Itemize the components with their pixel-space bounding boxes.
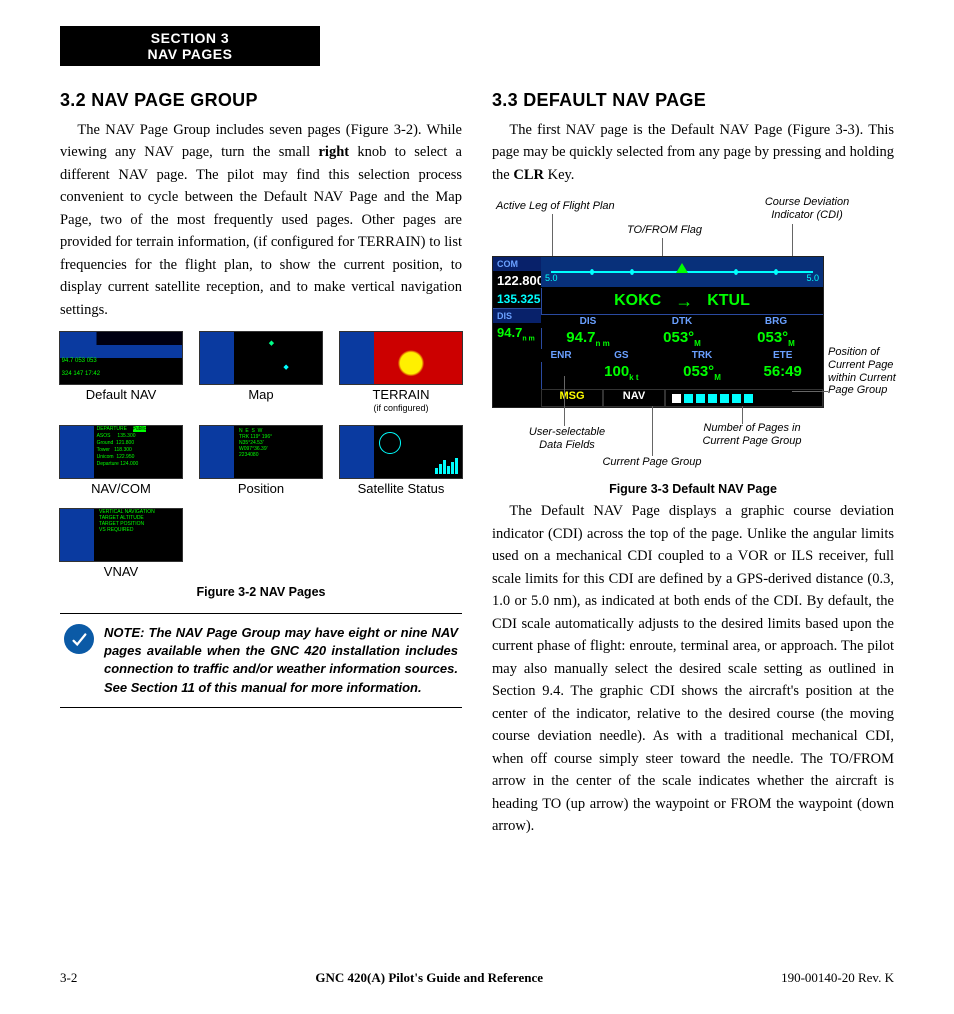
note-text: NOTE: The NAV Page Group may have eight … bbox=[104, 624, 458, 697]
thumb-vnav: VERTICAL NAVIGATIONTARGET ALTITUDETARGET… bbox=[60, 508, 182, 579]
footer-title: GNC 420(A) Pilot's Guide and Reference bbox=[315, 970, 543, 986]
thumb-navcom: DEPARTURE PublicASOS 135.300Ground 121.8… bbox=[60, 425, 182, 496]
dis-label: DIS bbox=[493, 309, 541, 323]
page-footer: 3-2 GNC 420(A) Pilot's Guide and Referen… bbox=[60, 970, 894, 986]
annot-user-fields: User-selectable Data Fields bbox=[522, 426, 612, 451]
thumb-satellite: Satellite Status bbox=[340, 425, 462, 496]
dis-value: 94.7n m bbox=[493, 323, 541, 345]
val-ete: 56:49 bbox=[742, 362, 823, 383]
right-para1-bold: CLR bbox=[513, 167, 544, 183]
annot-page-position: Position of Current Page within Current … bbox=[828, 346, 898, 397]
note-box: NOTE: The NAV Page Group may have eight … bbox=[60, 613, 462, 708]
right-para2: The Default NAV Page displays a graphic … bbox=[492, 500, 894, 837]
thumb-label: NAV/COM bbox=[91, 482, 151, 496]
device-main: 5.0 5.0 KOKC → KTUL bbox=[541, 257, 823, 407]
thumb-screen: VERTICAL NAVIGATIONTARGET ALTITUDETARGET… bbox=[59, 508, 183, 562]
hdr-dtk: DTK bbox=[635, 315, 729, 328]
data-row-1: 94.7n m 053°M 053°M bbox=[541, 328, 823, 349]
columns: 3.2 NAV PAGE GROUP The NAV Page Group in… bbox=[60, 0, 894, 847]
left-para1-b: knob to select a different NAV page. The… bbox=[60, 144, 462, 317]
hdr-ete: ETE bbox=[742, 349, 823, 362]
val-dtk: 053°M bbox=[635, 328, 729, 349]
waypoint-row: KOKC → KTUL bbox=[541, 288, 823, 315]
section-tab-line2: NAV PAGES bbox=[60, 46, 320, 62]
arrow-icon: → bbox=[675, 291, 693, 312]
hdr-gs: GS bbox=[581, 349, 662, 362]
val-brg: 053°M bbox=[729, 328, 823, 349]
msg-indicator: MSG bbox=[541, 389, 603, 407]
page-group-indicator: NAV bbox=[603, 389, 665, 407]
thumb-label: Default NAV bbox=[86, 388, 157, 402]
page-dot bbox=[732, 394, 741, 403]
cdi-scale-left: 5.0 bbox=[545, 273, 558, 283]
device-bottom-row: MSG NAV bbox=[541, 389, 823, 407]
right-para1: The first NAV page is the Default NAV Pa… bbox=[492, 119, 894, 186]
hdr-trk: TRK bbox=[662, 349, 743, 362]
thumb-screen: N E S WTRK 119° 196°N35°24.53'W097°36.39… bbox=[199, 425, 323, 479]
page-dot bbox=[708, 394, 717, 403]
left-column: 3.2 NAV PAGE GROUP The NAV Page Group in… bbox=[60, 90, 462, 847]
annot-num-pages: Number of Pages in Current Page Group bbox=[692, 422, 812, 447]
com-standby: 135.325 bbox=[493, 290, 541, 309]
thumb-position: N E S WTRK 119° 196°N35°24.53'W097°36.39… bbox=[200, 425, 322, 496]
left-para1-bold: right bbox=[318, 144, 349, 160]
hdr-enr: ENR bbox=[541, 349, 581, 362]
figure-3-2-caption: Figure 3-2 NAV Pages bbox=[60, 585, 462, 599]
thumb-default-nav: 94.7 053 053 324 147 17:42 Default NAV bbox=[60, 331, 182, 412]
thumb-screen: ◆◆ bbox=[199, 331, 323, 385]
data-row-2: 100k t 053°M 56:49 bbox=[541, 362, 823, 383]
com-active: 122.800 bbox=[493, 271, 541, 290]
thumb-terrain: TERRAIN (if configured) bbox=[340, 331, 462, 412]
val-dis: 94.7n m bbox=[541, 328, 635, 349]
footer-doc-id: 190-00140-20 Rev. K bbox=[781, 970, 894, 986]
thumb-sublabel: (if configured) bbox=[373, 403, 428, 413]
note-icon bbox=[64, 624, 94, 654]
figure-3-3-caption: Figure 3-3 Default NAV Page bbox=[492, 482, 894, 496]
cdi-scale-right: 5.0 bbox=[806, 273, 819, 283]
thumb-map: ◆◆ Map bbox=[200, 331, 322, 412]
page-dot bbox=[672, 394, 681, 403]
annot-toflag: TO/FROM Flag bbox=[627, 224, 702, 237]
cdi-row: 5.0 5.0 bbox=[541, 257, 823, 288]
figure-3-3: Active Leg of Flight Plan Course Deviati… bbox=[492, 196, 894, 496]
com-label: COM bbox=[493, 257, 541, 271]
hdr-brg: BRG bbox=[729, 315, 823, 328]
section-tab: SECTION 3 NAV PAGES bbox=[60, 26, 320, 66]
thumb-label: VNAV bbox=[104, 565, 138, 579]
right-para1-b: Key. bbox=[544, 167, 574, 183]
val-gs: 100k t bbox=[581, 362, 662, 383]
wp-to: KTUL bbox=[707, 292, 750, 310]
gnc420-device: COM 122.800 135.325 DIS 94.7n m 5.0 5.0 bbox=[492, 256, 824, 408]
nav-pages-thumbs: 94.7 053 053 324 147 17:42 Default NAV ◆… bbox=[60, 331, 462, 579]
page-dot bbox=[744, 394, 753, 403]
thumb-screen bbox=[339, 425, 463, 479]
val-trk: 053°M bbox=[662, 362, 743, 383]
wp-from: KOKC bbox=[614, 292, 661, 310]
page-dot bbox=[720, 394, 729, 403]
page-number: 3-2 bbox=[60, 970, 77, 986]
heading-3-3: 3.3 DEFAULT NAV PAGE bbox=[492, 90, 894, 111]
page-dot bbox=[684, 394, 693, 403]
thumb-screen bbox=[339, 331, 463, 385]
device-left-column: COM 122.800 135.325 DIS 94.7n m bbox=[493, 257, 542, 407]
page: SECTION 3 NAV PAGES 3.2 NAV PAGE GROUP T… bbox=[0, 0, 954, 1014]
thumb-label: Position bbox=[238, 482, 284, 496]
page-dot bbox=[696, 394, 705, 403]
right-column: 3.3 DEFAULT NAV PAGE The first NAV page … bbox=[492, 90, 894, 847]
annot-active-leg: Active Leg of Flight Plan bbox=[496, 200, 615, 213]
thumb-label: Satellite Status bbox=[358, 482, 445, 496]
hdr-dis: DIS bbox=[541, 315, 635, 328]
data-header-2: ENR GS TRK ETE bbox=[541, 349, 823, 362]
thumb-screen: 94.7 053 053 324 147 17:42 bbox=[59, 331, 183, 385]
heading-3-2: 3.2 NAV PAGE GROUP bbox=[60, 90, 462, 111]
annot-cdi: Course Deviation Indicator (CDI) bbox=[752, 196, 862, 221]
section-tab-line1: SECTION 3 bbox=[60, 30, 320, 46]
to-from-indicator bbox=[676, 263, 688, 273]
annot-page-group: Current Page Group bbox=[592, 456, 712, 469]
thumb-screen: DEPARTURE PublicASOS 135.300Ground 121.8… bbox=[59, 425, 183, 479]
left-para1: The NAV Page Group includes seven pages … bbox=[60, 119, 462, 321]
data-header-1: DIS DTK BRG bbox=[541, 315, 823, 328]
thumb-label: TERRAIN bbox=[372, 388, 429, 402]
thumb-label: Map bbox=[248, 388, 273, 402]
